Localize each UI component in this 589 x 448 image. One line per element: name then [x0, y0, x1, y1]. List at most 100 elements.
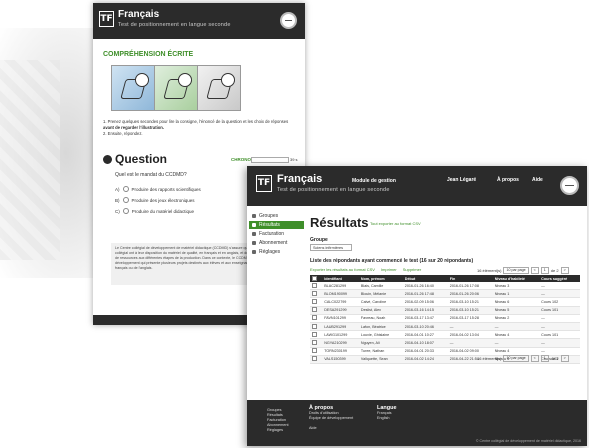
next-page-button[interactable]: > — [560, 355, 569, 362]
table-cell: Cours 101 — [539, 306, 580, 315]
prev-page-button[interactable]: < — [530, 267, 539, 274]
table-cell: Cours 101 — [539, 330, 580, 340]
row-checkbox[interactable] — [312, 323, 317, 329]
col-header[interactable]: Cours suggéré — [539, 275, 580, 282]
col-header[interactable]: Fin — [447, 275, 493, 282]
row-checkbox[interactable] — [312, 282, 317, 288]
col-header[interactable]: Niveau d'habileté — [492, 275, 540, 282]
row-checkbox[interactable] — [312, 356, 317, 362]
question-text: Quel est le mandat du CCDMD? — [115, 172, 187, 178]
pager-top: 16 élément(s) 10 par page < 1 de 2 > — [477, 267, 569, 274]
group-label: Groupe — [310, 237, 328, 243]
admin-footer: Groupes Résultats Facturation Abonnement… — [247, 400, 587, 446]
row-select[interactable] — [310, 347, 323, 356]
item-count: 16 élément(s) — [477, 356, 502, 361]
export-csv-link[interactable]: Exporter les résultats au format CSV — [310, 267, 375, 272]
table-cell: Lafon, Béatrice — [358, 322, 403, 332]
row-checkbox[interactable] — [312, 331, 317, 337]
option-b[interactable]: B) Produire des jeux électroniques — [115, 197, 195, 203]
table-cell: 2016-04-02 09:00 — [447, 347, 493, 356]
table-cell: LAWG101299 — [322, 330, 359, 340]
table-cell: 2016-01-26 17:08 — [447, 282, 493, 291]
sidebar-item-groupes[interactable]: Groupes — [249, 212, 304, 220]
app-subtitle: Test de positionnement en langue seconde — [118, 22, 231, 28]
sidebar-item-reglages[interactable]: Réglages — [249, 248, 304, 256]
option-a[interactable]: A) Produire des rapports scientifiques — [115, 186, 201, 192]
sidebar-item-resultats[interactable]: Résultats — [249, 221, 304, 229]
nav-about[interactable]: À propos — [497, 177, 519, 183]
row-checkbox[interactable] — [312, 315, 317, 321]
row-checkbox[interactable] — [312, 339, 317, 345]
table-row[interactable]: LAWG101299 Louvie, Ghislaine 2016-04-01 10… — [310, 330, 580, 340]
test-header: TF Français Test de positionnement en la… — [93, 3, 305, 39]
footer-link[interactable]: Réglages — [267, 428, 289, 433]
select-all-checkbox[interactable] — [312, 275, 317, 281]
sidebar-item-abonnement[interactable]: Abonnement — [249, 239, 304, 247]
nav-help[interactable]: Aide — [532, 177, 543, 183]
row-checkbox[interactable] — [312, 307, 317, 313]
footer-link[interactable]: English — [377, 416, 397, 421]
per-page-select[interactable]: 10 par page — [503, 267, 529, 274]
footer-link[interactable]: Équipe de développement — [309, 416, 353, 421]
row-select[interactable] — [310, 355, 323, 364]
footer-link[interactable]: Aide — [309, 426, 353, 431]
table-cell: — — [539, 347, 580, 356]
delete-link[interactable]: Supprimer — [403, 267, 421, 272]
page-input[interactable]: 1 — [540, 355, 549, 362]
item-count: 16 élément(s) — [477, 268, 502, 273]
table-row[interactable]: BLAC281299 Blais, Camille 2016-01-26 16:40… — [310, 282, 580, 291]
next-page-button[interactable]: > — [560, 267, 569, 274]
footer-col-language: Langue Français English — [377, 405, 397, 421]
row-select[interactable] — [310, 297, 323, 307]
table-cell: Louvie, Ghislaine — [358, 330, 403, 340]
export-all-link[interactable]: Tout exporter au format CSV — [370, 221, 421, 226]
row-select[interactable] — [310, 314, 323, 323]
table-cell: 2016-04-01 20:33 — [402, 347, 448, 356]
row-select[interactable] — [310, 338, 323, 348]
table-row[interactable]: NGYA210299 Nguyen, Ali 2016-04-10 18:07— — — — [310, 338, 580, 348]
illustration-panel — [198, 66, 240, 110]
col-header[interactable]: Identifiant — [322, 275, 359, 282]
print-link[interactable]: Imprimer — [381, 267, 397, 272]
row-select[interactable] — [310, 282, 323, 291]
row-select[interactable] — [310, 322, 323, 332]
table-header: Identifiant Nom, prénom Début Fin Niveau… — [310, 275, 580, 282]
table-row[interactable]: TORN230199 Turee, Nathan 2016-04-01 20:33 2… — [310, 347, 580, 356]
radio-icon[interactable] — [122, 186, 129, 192]
radio-icon[interactable] — [122, 208, 129, 214]
table-cell: 2016-03-17 15:28 — [447, 314, 493, 323]
table-row[interactable]: CALC022799 Calvé, Caroline 2016-02-09 15:0… — [310, 297, 580, 307]
table-row[interactable]: DESA291299 Deslist, Alex 2016-03-16 14:15 2… — [310, 306, 580, 315]
group-select[interactable]: Sciens infirmières — [310, 244, 352, 251]
module-title: Module de gestion — [352, 178, 396, 184]
option-letter: A) — [115, 186, 120, 192]
row-checkbox[interactable] — [312, 298, 317, 304]
row-select[interactable] — [310, 289, 323, 299]
table-row[interactable]: LAUB291299 Lafon, Béatrice 2016-03-10 20:4… — [310, 322, 580, 332]
col-select[interactable] — [310, 275, 323, 282]
row-checkbox[interactable] — [312, 290, 317, 296]
table-cell: 2016-01-26 20:06 — [447, 289, 493, 299]
table-cell: Nguyen, Ali — [358, 338, 403, 348]
table-row[interactable]: FAVN101299 Favreau, Noah 2016-03-17 13:47 2… — [310, 314, 580, 323]
row-checkbox[interactable] — [312, 348, 317, 354]
row-select[interactable] — [310, 330, 323, 340]
per-page-select[interactable]: 10 par page — [503, 355, 529, 362]
col-header[interactable]: Début — [402, 275, 448, 282]
nav-user[interactable]: Jean Légaré — [447, 177, 476, 183]
prev-page-button[interactable]: < — [530, 355, 539, 362]
background-pattern — [0, 60, 60, 260]
radio-icon[interactable] — [122, 197, 129, 203]
table-cell: Turee, Nathan — [358, 347, 403, 356]
table-cell: 2016-02-09 15:06 — [402, 297, 448, 307]
option-letter: C) — [115, 208, 120, 214]
row-select[interactable] — [310, 306, 323, 315]
instruction-line: 2. Ensuite, répondez. — [103, 131, 143, 136]
table-row[interactable]: BLOM190099 Blouin, Mélanie 2016-01-26 17:4… — [310, 289, 580, 299]
sidebar-item-facturation[interactable]: Facturation — [249, 230, 304, 238]
option-c[interactable]: C) Produire du matériel didactique — [115, 208, 194, 214]
ccdmd-badge-icon — [560, 176, 579, 195]
col-header[interactable]: Nom, prénom — [358, 275, 403, 282]
table-cell: Favreau, Noah — [358, 314, 403, 323]
page-input[interactable]: 1 — [540, 267, 549, 274]
